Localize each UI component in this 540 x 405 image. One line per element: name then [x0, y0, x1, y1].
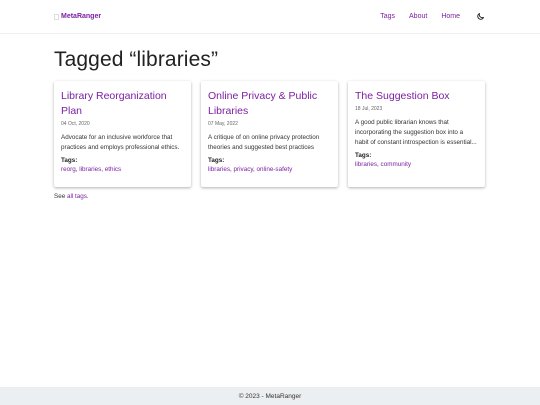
brand-link[interactable]: MetaRanger — [54, 13, 101, 20]
post-date: 04 Oct, 2020 — [61, 121, 90, 127]
tag-list: libraries, privacy, online-safety — [208, 166, 293, 173]
tags-label: Tags: — [61, 157, 78, 164]
post-summary: A good public librarian knows that incor… — [355, 119, 477, 146]
copyright-text: © 2023 - MetaRanger — [238, 392, 302, 400]
post-summary: A critique of on online privacy protecti… — [208, 134, 320, 151]
nav-links: Tags About Home — [366, 11, 486, 23]
tag-link[interactable]: online-safety — [257, 166, 293, 173]
nav-tags-link[interactable]: Tags — [380, 13, 395, 20]
page-title: Tagged “libraries” — [54, 48, 219, 71]
post-card: The Suggestion Box 18 Jul, 2023 A good p… — [348, 81, 485, 187]
tag-link[interactable]: reorg — [61, 166, 76, 173]
logo-icon — [54, 13, 59, 20]
see-all-tags: See all tags. — [54, 193, 89, 200]
moon-icon — [476, 13, 484, 20]
post-title-link[interactable]: The Suggestion Box — [355, 89, 478, 104]
see-all-suffix: . — [86, 193, 89, 200]
post-date: 18 Jul, 2023 — [355, 106, 383, 112]
theme-toggle-button[interactable] — [474, 11, 486, 23]
navbar: MetaRanger Tags About Home — [0, 0, 540, 34]
tags-label: Tags: — [208, 157, 225, 164]
footer: © 2023 - MetaRanger — [0, 387, 540, 405]
tag-link[interactable]: ethics — [105, 166, 121, 173]
tag-link[interactable]: privacy — [234, 166, 253, 173]
tag-list: reorg, libraries, ethics — [61, 166, 122, 173]
tag-link[interactable]: community — [381, 161, 411, 168]
post-summary: Advocate for an inclusive workforce that… — [61, 134, 180, 151]
post-title-link[interactable]: Library Reorganization Plan — [61, 89, 184, 119]
post-card: Library Reorganization Plan 04 Oct, 2020… — [54, 81, 191, 187]
tag-link[interactable]: libraries — [79, 166, 101, 173]
tag-list: libraries, community — [355, 161, 411, 168]
see-all-prefix: See — [54, 193, 66, 200]
nav-home-link[interactable]: Home — [441, 13, 460, 20]
nav-about-link[interactable]: About — [409, 13, 427, 20]
tags-label: Tags: — [355, 152, 372, 159]
post-title-link[interactable]: Online Privacy & Public Libraries — [208, 89, 331, 119]
tag-link[interactable]: libraries — [355, 161, 377, 168]
tag-link[interactable]: libraries — [208, 166, 230, 173]
all-tags-link[interactable]: all tags — [67, 193, 87, 200]
post-card: Online Privacy & Public Libraries 07 May… — [201, 81, 338, 187]
post-date: 07 May, 2022 — [208, 121, 238, 127]
post-cards: Library Reorganization Plan 04 Oct, 2020… — [54, 81, 485, 187]
brand-name: MetaRanger — [61, 13, 102, 20]
